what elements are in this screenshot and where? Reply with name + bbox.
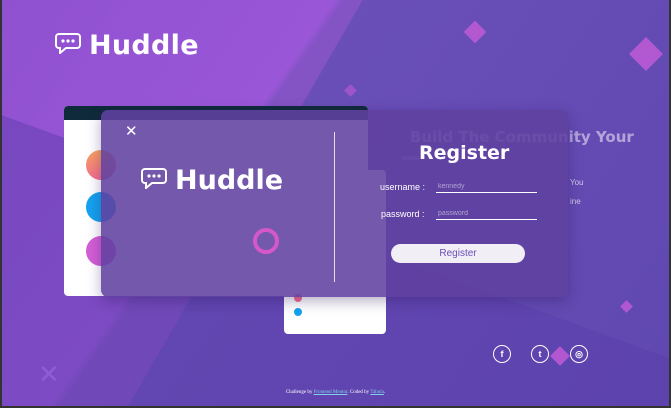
chat-bubble-icon bbox=[141, 167, 167, 194]
attribution-prefix: Challenge by bbox=[285, 390, 313, 395]
attribution-middle: . Coded by bbox=[347, 390, 370, 395]
register-modal: ✕ Huddle Register username : password : … bbox=[101, 110, 568, 297]
background-text: You bbox=[570, 178, 584, 187]
modal-brand-name: Huddle bbox=[175, 165, 284, 196]
twitter-icon[interactable]: t bbox=[531, 345, 549, 363]
instagram-icon[interactable]: ◎ bbox=[570, 345, 588, 363]
username-label: username : bbox=[380, 182, 426, 192]
challenge-link[interactable]: Frontend Mentor bbox=[314, 390, 348, 395]
modal-divider bbox=[334, 132, 335, 282]
decorative-x: ✕ bbox=[38, 360, 60, 390]
author-link[interactable]: Tabula bbox=[370, 390, 384, 395]
register-title: Register bbox=[419, 142, 510, 164]
password-input[interactable] bbox=[436, 207, 537, 220]
close-icon[interactable]: ✕ bbox=[125, 122, 138, 140]
decorative-ring bbox=[253, 228, 279, 254]
mockup-avatar bbox=[294, 308, 302, 316]
site-logo[interactable]: Huddle bbox=[55, 30, 199, 61]
register-button[interactable]: Register bbox=[391, 244, 525, 263]
password-label: password : bbox=[381, 209, 425, 219]
background-text: ine bbox=[570, 197, 581, 206]
brand-name: Huddle bbox=[89, 30, 199, 61]
username-input[interactable] bbox=[436, 180, 537, 193]
modal-logo: Huddle bbox=[141, 165, 283, 196]
facebook-icon[interactable]: f bbox=[493, 345, 511, 363]
attribution: Challenge by Frontend Mentor. Coded by T… bbox=[0, 390, 671, 395]
chat-bubble-icon bbox=[55, 32, 81, 59]
attribution-suffix: . bbox=[383, 390, 386, 395]
